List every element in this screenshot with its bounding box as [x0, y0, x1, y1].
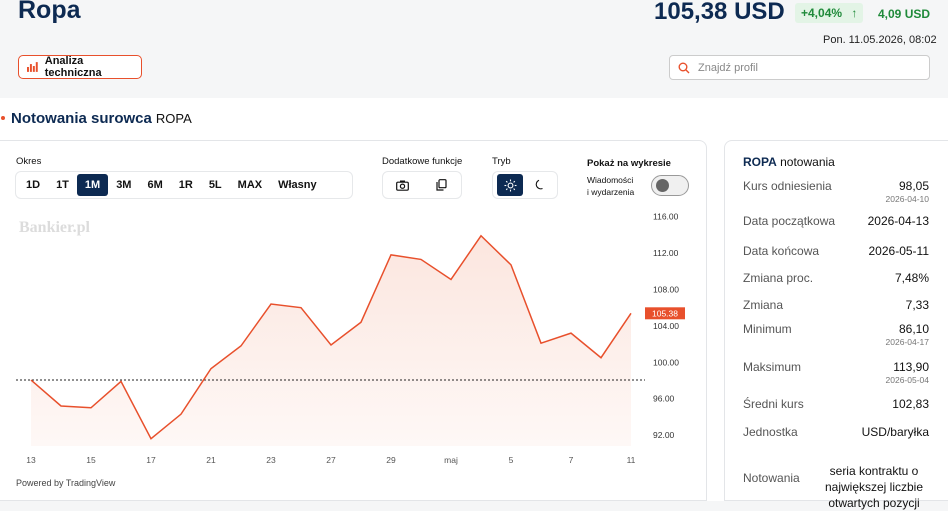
- detail-row: Zmiana 7,33: [743, 298, 937, 312]
- y-tick-label: 112.00: [653, 248, 679, 258]
- detail-row: Zmiana proc. 7,48%: [743, 271, 937, 285]
- notowania-value: seria kontraktu o największej liczbie ot…: [824, 464, 924, 510]
- search-input[interactable]: [696, 60, 920, 75]
- profile-search[interactable]: [669, 55, 930, 80]
- price-area: [31, 235, 631, 446]
- detail-label: Maksimum: [743, 360, 802, 374]
- x-tick-label: 17: [146, 455, 156, 465]
- detail-row: Jednostka USD/baryłka: [743, 425, 937, 439]
- section-title: Notowania surowca ROPA: [11, 110, 192, 127]
- detail-label: Minimum: [743, 322, 792, 336]
- quote-datetime: Pon. 11.05.2026, 08:02: [823, 34, 937, 46]
- x-tick-label: 21: [206, 455, 216, 465]
- bar-chart-icon: [27, 62, 38, 72]
- detail-value: 7,33: [905, 298, 929, 312]
- x-tick-label: 29: [386, 455, 396, 465]
- x-tick-label: maj: [444, 455, 458, 465]
- detail-label: Zmiana proc.: [743, 271, 814, 285]
- main-content: Notowania surowca ROPA Okres 1D 1T 1M 3M 6M 1R…: [0, 98, 948, 510]
- x-tick-label: 11: [627, 455, 636, 465]
- detail-label: Data początkowa: [743, 214, 836, 228]
- detail-value: 113,90: [893, 360, 929, 374]
- side-symbol: ROPA: [743, 155, 777, 169]
- detail-row: Data końcowa 2026-05-11: [743, 244, 937, 258]
- technical-analysis-button[interactable]: Analiza techniczna: [18, 55, 142, 79]
- section-subtitle: ROPA: [155, 111, 192, 126]
- bankier-watermark: Bankier.pl: [19, 219, 90, 236]
- detail-row: Minimum 86,10 2026-04-17: [743, 322, 937, 347]
- detail-value: 2026-04-13: [867, 214, 929, 228]
- detail-row: Maksimum 113,90 2026-05-04: [743, 360, 937, 385]
- detail-value: 102,83: [892, 397, 929, 411]
- x-tick-label: 5: [509, 455, 514, 465]
- y-tick-label: 92.00: [653, 430, 675, 440]
- detail-date: 2026-05-04: [885, 375, 929, 385]
- chart-card: Okres 1D 1T 1M 3M 6M 1R 5L MAX Własny Dodatkowe …: [0, 140, 707, 501]
- side-heading-text: notowania: [780, 155, 835, 169]
- y-tick-label: 116.00: [653, 212, 679, 222]
- detail-date: 2026-04-10: [885, 194, 929, 204]
- last-price-label: 105.38: [652, 308, 678, 318]
- detail-row: Kurs odniesienia 98,05 2026-04-10: [743, 179, 937, 204]
- detail-value: 86,10: [898, 322, 929, 336]
- detail-row-notowania: Notowania seria kontraktu o największej l…: [743, 464, 937, 510]
- y-tick-label: 100.00: [653, 357, 679, 367]
- change-abs: 4,09 USD: [878, 7, 931, 21]
- notowania-label: Notowania: [743, 471, 800, 485]
- x-tick-label: 13: [26, 455, 36, 465]
- technical-analysis-label: Analiza techniczna: [44, 55, 102, 79]
- page-header: Ropa 105,38 USD +4,04% ↑ 4,09 USD Pon. 1…: [0, 0, 948, 98]
- detail-date: 2026-04-17: [885, 337, 929, 347]
- change-pct: +4,04%: [801, 6, 843, 20]
- side-heading: ROPA notowania: [743, 155, 835, 169]
- detail-value: 7,48%: [894, 271, 929, 285]
- y-tick-label: 108.00: [653, 284, 679, 294]
- x-tick-label: 23: [266, 455, 276, 465]
- section-title-text: Notowania surowca: [11, 110, 152, 127]
- current-price: 105,38 USD: [654, 0, 785, 25]
- detail-value: USD/baryłka: [861, 425, 929, 439]
- page-title: Ropa: [18, 0, 81, 24]
- search-icon: [678, 62, 690, 73]
- arrow-up-icon: ↑: [851, 6, 858, 20]
- detail-label: Jednostka: [743, 425, 798, 439]
- detail-label: Data końcowa: [743, 244, 820, 258]
- price-chart[interactable]: 116.00 112.00 108.00 104.00 100.00 96.00 92.00…: [0, 141, 706, 501]
- y-tick-label: 96.00: [653, 394, 675, 404]
- change-pct-badge: +4,04% ↑: [795, 3, 864, 23]
- detail-label: Kurs odniesienia: [743, 179, 832, 193]
- x-tick-label: 7: [569, 455, 574, 465]
- section-bullet: [1, 116, 5, 120]
- x-tick-label: 15: [86, 455, 96, 465]
- powered-by-tradingview[interactable]: Powered by TradingView: [16, 478, 115, 488]
- detail-row: Średni kurs 102,83: [743, 397, 937, 411]
- y-tick-label: 104.00: [653, 321, 679, 331]
- x-tick-label: 27: [326, 455, 336, 465]
- detail-row: Data początkowa 2026-04-13: [743, 214, 937, 228]
- quote-details-card: ROPA notowania Kurs odniesienia 98,05 2026…: [724, 140, 948, 510]
- detail-value: 98,05: [898, 179, 929, 193]
- detail-value: 2026-05-11: [868, 244, 930, 258]
- detail-label: Zmiana: [743, 298, 784, 312]
- detail-label: Średni kurs: [743, 397, 804, 411]
